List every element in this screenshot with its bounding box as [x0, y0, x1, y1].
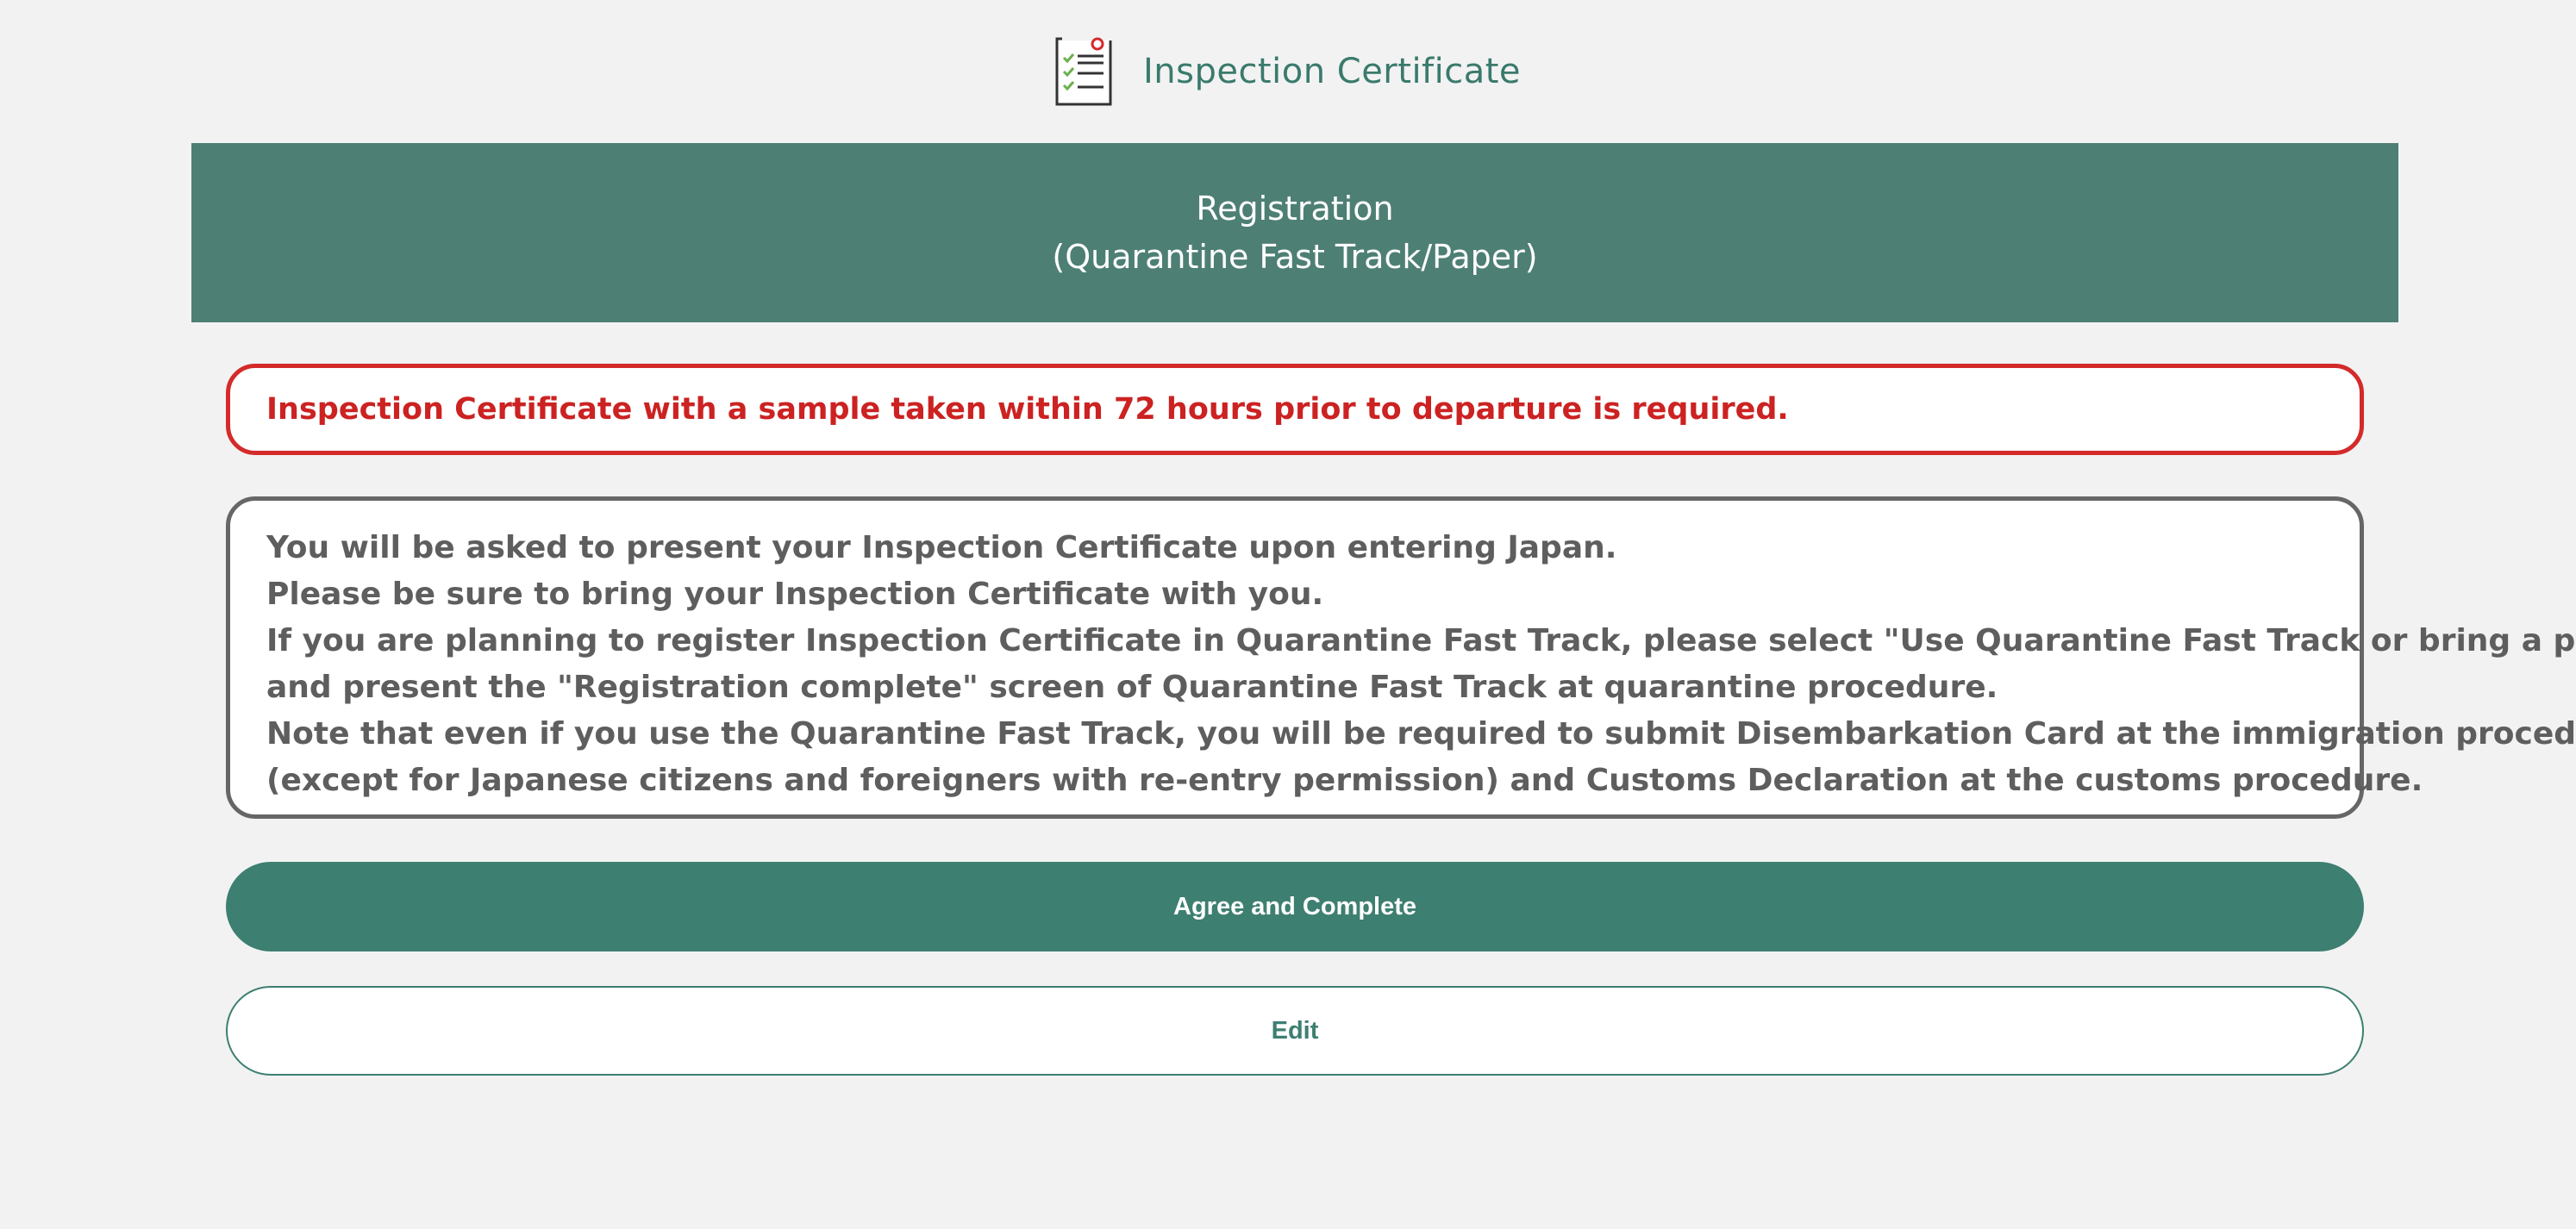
banner-title: Registration	[1196, 190, 1394, 228]
edit-button[interactable]: Edit	[226, 986, 2364, 1076]
info-line: Please be sure to bring your Inspection …	[266, 577, 1324, 612]
info-line: (except for Japanese citizens and foreig…	[266, 763, 2423, 798]
warning-text: Inspection Certificate with a sample tak…	[266, 392, 1789, 427]
info-line: Note that even if you use the Quarantine…	[266, 716, 2576, 752]
banner-subtitle: (Quarantine Fast Track/Paper)	[1052, 238, 1538, 276]
warning-notice: Inspection Certificate with a sample tak…	[226, 364, 2364, 455]
info-line: You will be asked to present your Inspec…	[266, 530, 1617, 565]
app-header: Inspection Certificate	[0, 0, 2576, 143]
app-title: Inspection Certificate	[1142, 52, 1522, 91]
page: Inspection Certificate Registration (Qua…	[0, 0, 2576, 1229]
info-notice: You will be asked to present your Inspec…	[226, 496, 2576, 819]
info-line: If you are planning to register Inspecti…	[266, 623, 2576, 658]
checklist-document-icon	[1055, 37, 1116, 106]
info-line: and present the "Registration complete" …	[266, 670, 1998, 705]
registration-banner: Registration (Quarantine Fast Track/Pape…	[191, 143, 2398, 322]
agree-and-complete-button[interactable]: Agree and Complete	[226, 862, 2364, 951]
